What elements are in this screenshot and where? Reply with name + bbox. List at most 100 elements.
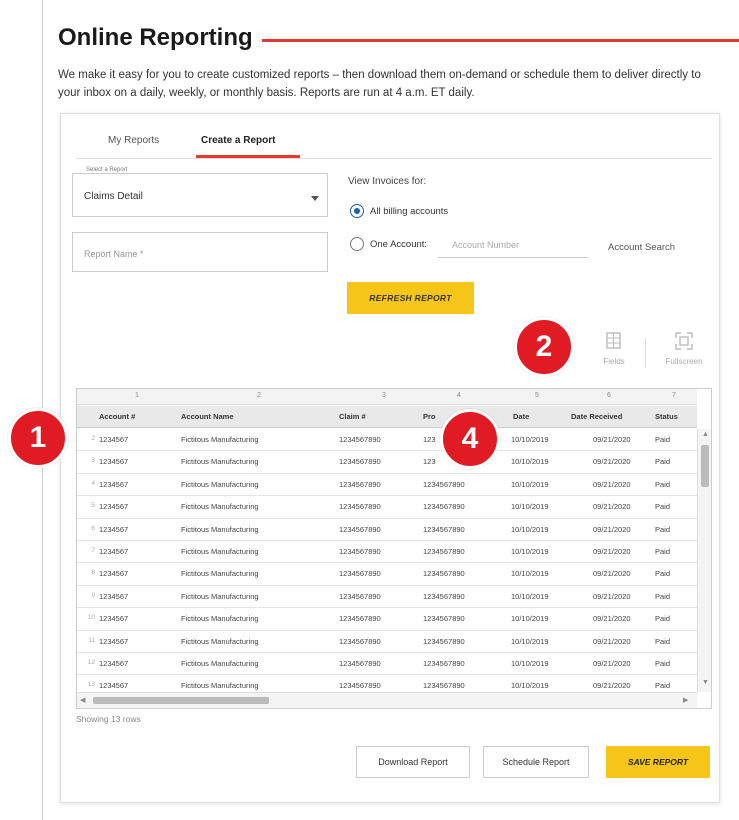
cell-pro: 1234567890 (423, 658, 465, 668)
header-claim-number[interactable]: Claim # (339, 412, 366, 421)
cell-pro: 123 (423, 457, 436, 467)
cell-pro: 1234567890 (423, 502, 465, 512)
cell-account-name: Fictitous Manufacturing (181, 658, 259, 668)
cell-status: Paid (655, 614, 671, 624)
page-title: Online Reporting (58, 24, 253, 51)
cell-status: Paid (655, 524, 671, 534)
table-row[interactable]: 3 1234567 Fictitous Manufacturing 123456789… (77, 451, 697, 474)
chevron-down-icon[interactable] (311, 196, 319, 201)
row-number: 2 (91, 435, 95, 442)
cell-account-name: Fictitous Manufacturing (181, 614, 259, 624)
column-number: 6 (607, 392, 611, 399)
cell-date: 10/10/2019 (511, 479, 549, 489)
cell-date-received: 09/21/2020 (593, 681, 631, 691)
cell-status: Paid (655, 457, 671, 467)
table-row[interactable]: 11 1234567 Fictitous Manufacturing 12345678… (77, 631, 697, 653)
radio-all-accounts[interactable] (350, 204, 364, 218)
cell-claim-number: 1234567890 (339, 681, 381, 691)
cell-account-name: Fictitous Manufacturing (181, 569, 259, 579)
vertical-scrollbar[interactable]: ▲ ▼ (697, 429, 711, 692)
cell-account-number: 1234567 (99, 658, 129, 668)
fullscreen-button[interactable]: Fullscreen (655, 331, 713, 366)
scroll-up-icon[interactable]: ▲ (702, 431, 709, 438)
cell-date: 10/10/2019 (511, 658, 549, 668)
cell-pro: 1234567890 (423, 636, 465, 646)
column-number: 2 (257, 392, 261, 399)
column-number: 5 (535, 392, 539, 399)
cell-pro: 1234567890 (423, 591, 465, 601)
radio-one-account-label[interactable]: One Account: (370, 239, 427, 250)
table-row[interactable]: 4 1234567 Fictitous Manufacturing 123456789… (77, 474, 697, 497)
cell-date-received: 09/21/2020 (593, 658, 631, 668)
schedule-report-button[interactable]: Schedule Report (483, 746, 589, 778)
column-number: 3 (382, 392, 386, 399)
cell-account-number: 1234567 (99, 614, 129, 624)
cell-date-received: 09/21/2020 (593, 479, 631, 489)
save-report-button[interactable]: SAVE REPORT (606, 746, 710, 778)
cell-claim-number: 1234567890 (339, 591, 381, 601)
grid-icon (594, 331, 634, 357)
report-name-placeholder: Report Name * (84, 249, 144, 259)
table-row[interactable]: 2 1234567 Fictitous Manufacturing 123456789… (77, 429, 697, 452)
header-status[interactable]: Status (655, 412, 678, 421)
cell-status: Paid (655, 681, 671, 691)
intro-text: We make it easy for you to create custom… (58, 69, 701, 99)
cell-date-received: 09/21/2020 (593, 502, 631, 512)
radio-all-accounts-label[interactable]: All billing accounts (370, 206, 448, 217)
table-row[interactable]: 8 1234567 Fictitous Manufacturing 123456789… (77, 563, 697, 586)
horizontal-scroll-thumb[interactable] (93, 697, 269, 704)
expand-icon (655, 331, 713, 357)
active-tab-indicator (196, 155, 300, 158)
column-number: 1 (135, 392, 139, 399)
cell-account-name: Fictitous Manufacturing (181, 636, 259, 646)
cell-account-name: Fictitous Manufacturing (181, 681, 259, 691)
account-search-link[interactable]: Account Search (608, 242, 675, 253)
account-number-placeholder: Account Number (452, 240, 520, 250)
refresh-report-button[interactable]: REFRESH REPORT (347, 282, 474, 314)
table-row[interactable]: 12 1234567 Fictitous Manufacturing 12345678… (77, 653, 697, 676)
cell-status: Paid (655, 435, 671, 444)
cell-pro: 1234567890 (423, 569, 465, 579)
callout-badge: 1 (8, 408, 68, 468)
cell-account-number: 1234567 (99, 636, 129, 646)
scroll-down-icon[interactable]: ▼ (702, 679, 709, 686)
header-account-name[interactable]: Account Name (181, 412, 234, 421)
table-row[interactable]: 10 1234567 Fictitous Manufacturing 12345678… (77, 608, 697, 631)
scroll-left-icon[interactable]: ◀ (80, 696, 85, 704)
cell-account-number: 1234567 (99, 524, 129, 534)
cell-account-number: 1234567 (99, 569, 129, 579)
table-row[interactable]: 7 1234567 Fictitous Manufacturing 123456789… (77, 541, 697, 564)
row-number: 12 (87, 658, 95, 666)
scroll-right-icon[interactable]: ▶ (683, 696, 688, 704)
cell-date: 10/10/2019 (511, 435, 549, 444)
header-account-number[interactable]: Account # (99, 412, 135, 421)
cell-date-received: 09/21/2020 (593, 591, 631, 601)
tab-my-reports[interactable]: My Reports (108, 135, 159, 146)
header-pro[interactable]: Pro (423, 412, 436, 421)
header-date-received[interactable]: Date Received (571, 412, 622, 421)
tab-create-report[interactable]: Create a Report (201, 135, 275, 146)
vertical-scroll-thumb[interactable] (701, 445, 709, 487)
table-row[interactable]: 5 1234567 Fictitous Manufacturing 123456789… (77, 496, 697, 519)
cell-claim-number: 1234567890 (339, 614, 381, 624)
cell-claim-number: 1234567890 (339, 457, 381, 467)
column-number-bar: 1 2 3 4 5 6 7 (77, 389, 697, 405)
header-date[interactable]: Date (513, 412, 529, 421)
table-row[interactable]: 6 1234567 Fictitous Manufacturing 123456789… (77, 519, 697, 541)
report-tabs: My Reports Create a Report (76, 131, 712, 159)
table-row[interactable]: 9 1234567 Fictitous Manufacturing 123456789… (77, 586, 697, 609)
fields-button[interactable]: Fields (594, 331, 634, 366)
cell-account-name: Fictitous Manufacturing (181, 479, 259, 489)
cell-date: 10/10/2019 (511, 524, 549, 534)
cell-date-received: 09/21/2020 (593, 524, 631, 534)
radio-one-account[interactable] (350, 237, 364, 251)
cell-claim-number: 1234567890 (339, 524, 381, 534)
cell-account-number: 1234567 (99, 435, 129, 444)
horizontal-scrollbar[interactable]: ◀ ▶ (77, 692, 697, 708)
cell-claim-number: 1234567890 (339, 502, 381, 512)
download-report-button[interactable]: Download Report (356, 746, 470, 778)
row-number: 9 (91, 591, 95, 599)
cell-account-number: 1234567 (99, 681, 129, 691)
cell-date-received: 09/21/2020 (593, 569, 631, 579)
callout-badge: 2 (514, 317, 574, 377)
